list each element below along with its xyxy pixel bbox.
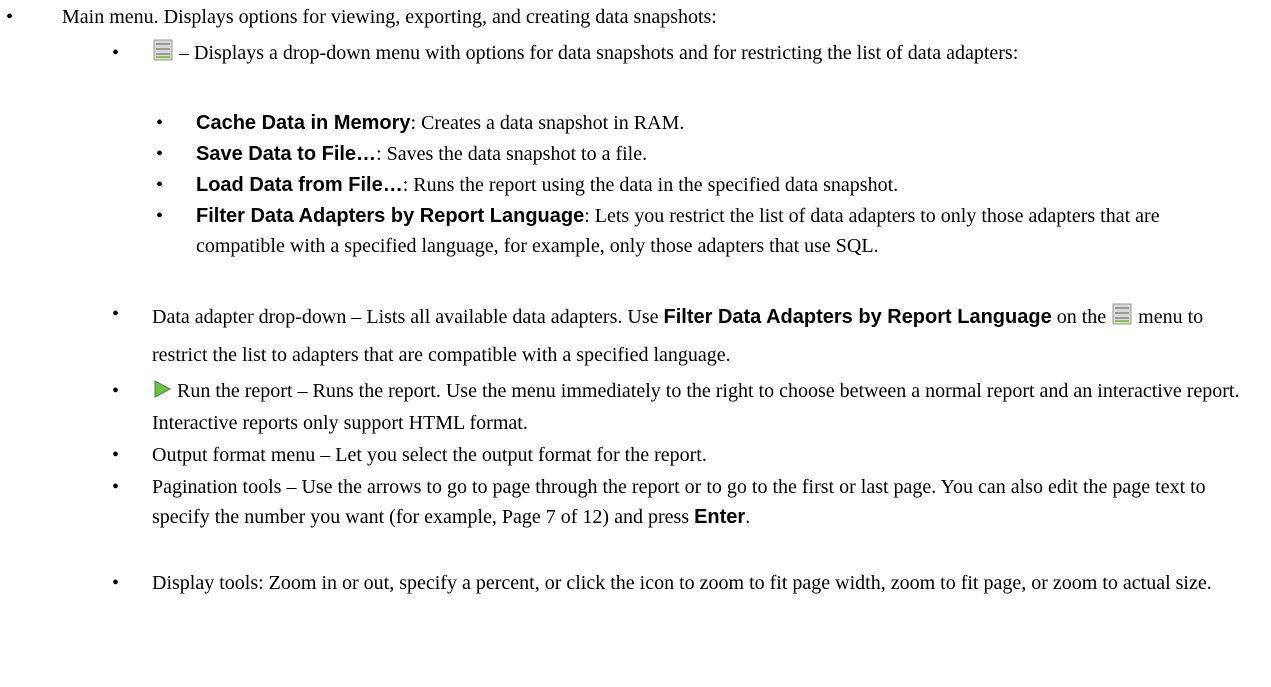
- bullet: •: [156, 112, 164, 134]
- database-menu-icon: [1111, 301, 1133, 337]
- pagination-tools-item: Pagination tools – Use the arrows to go …: [152, 472, 1242, 532]
- bullet: •: [156, 205, 164, 227]
- item-label: Load Data from File…: [196, 174, 403, 196]
- save-data-item: Save Data to File…: Saves the data snaps…: [196, 139, 647, 169]
- bullet: •: [112, 380, 120, 402]
- item-text: : Runs the report using the data in the …: [402, 174, 899, 196]
- item-label: Enter: [694, 506, 746, 528]
- display-tools-item: Display tools: Zoom in or out, specify a…: [152, 568, 1242, 598]
- data-adapter-item: Data adapter drop-down – Lists all avail…: [152, 299, 1242, 373]
- item-text: .: [745, 506, 751, 528]
- run-report-item: Run the report – Runs the report. Use th…: [152, 376, 1262, 438]
- main-menu-item: Main menu. Displays options for viewing,…: [62, 2, 717, 32]
- load-data-item: Load Data from File…: Runs the report us…: [196, 170, 898, 200]
- bullet: •: [112, 303, 120, 325]
- item-text: Display tools: Zoom in or out, specify a…: [152, 572, 1212, 594]
- run-play-icon: [152, 378, 172, 408]
- bullet: •: [112, 444, 120, 466]
- item-label: Cache Data in Memory: [196, 112, 411, 134]
- menu-icon-item: – Displays a drop-down menu with options…: [152, 38, 1242, 70]
- filter-adapters-item: Filter Data Adapters by Report Language:…: [196, 201, 1246, 261]
- item-text: Data adapter drop-down – Lists all avail…: [152, 306, 664, 328]
- item-text: Run the report – Runs the report. Use th…: [152, 380, 1240, 434]
- database-menu-icon: [152, 39, 174, 70]
- bullet: •: [112, 572, 120, 594]
- bullet: •: [112, 42, 120, 64]
- item-text: Output format menu – Let you select the …: [152, 444, 707, 466]
- item-text: on the: [1051, 306, 1112, 328]
- item-text: : Saves the data snapshot to a file.: [376, 143, 648, 165]
- item-text: – Displays a drop-down menu with options…: [179, 42, 1019, 64]
- item-text: Main menu. Displays options for viewing,…: [62, 6, 717, 28]
- item-text: Pagination tools – Use the arrows to go …: [152, 476, 1206, 528]
- bullet: •: [156, 143, 164, 165]
- bullet: •: [156, 174, 164, 196]
- cache-data-item: Cache Data in Memory: Creates a data sna…: [196, 108, 684, 138]
- output-format-item: Output format menu – Let you select the …: [152, 440, 707, 470]
- item-label: Filter Data Adapters by Report Language: [196, 205, 585, 227]
- bullet: •: [6, 6, 14, 28]
- item-label: Save Data to File…: [196, 143, 377, 165]
- bullet: •: [112, 476, 120, 498]
- item-label: Filter Data Adapters by Report Language: [663, 306, 1052, 328]
- item-text: : Creates a data snapshot in RAM.: [410, 112, 685, 134]
